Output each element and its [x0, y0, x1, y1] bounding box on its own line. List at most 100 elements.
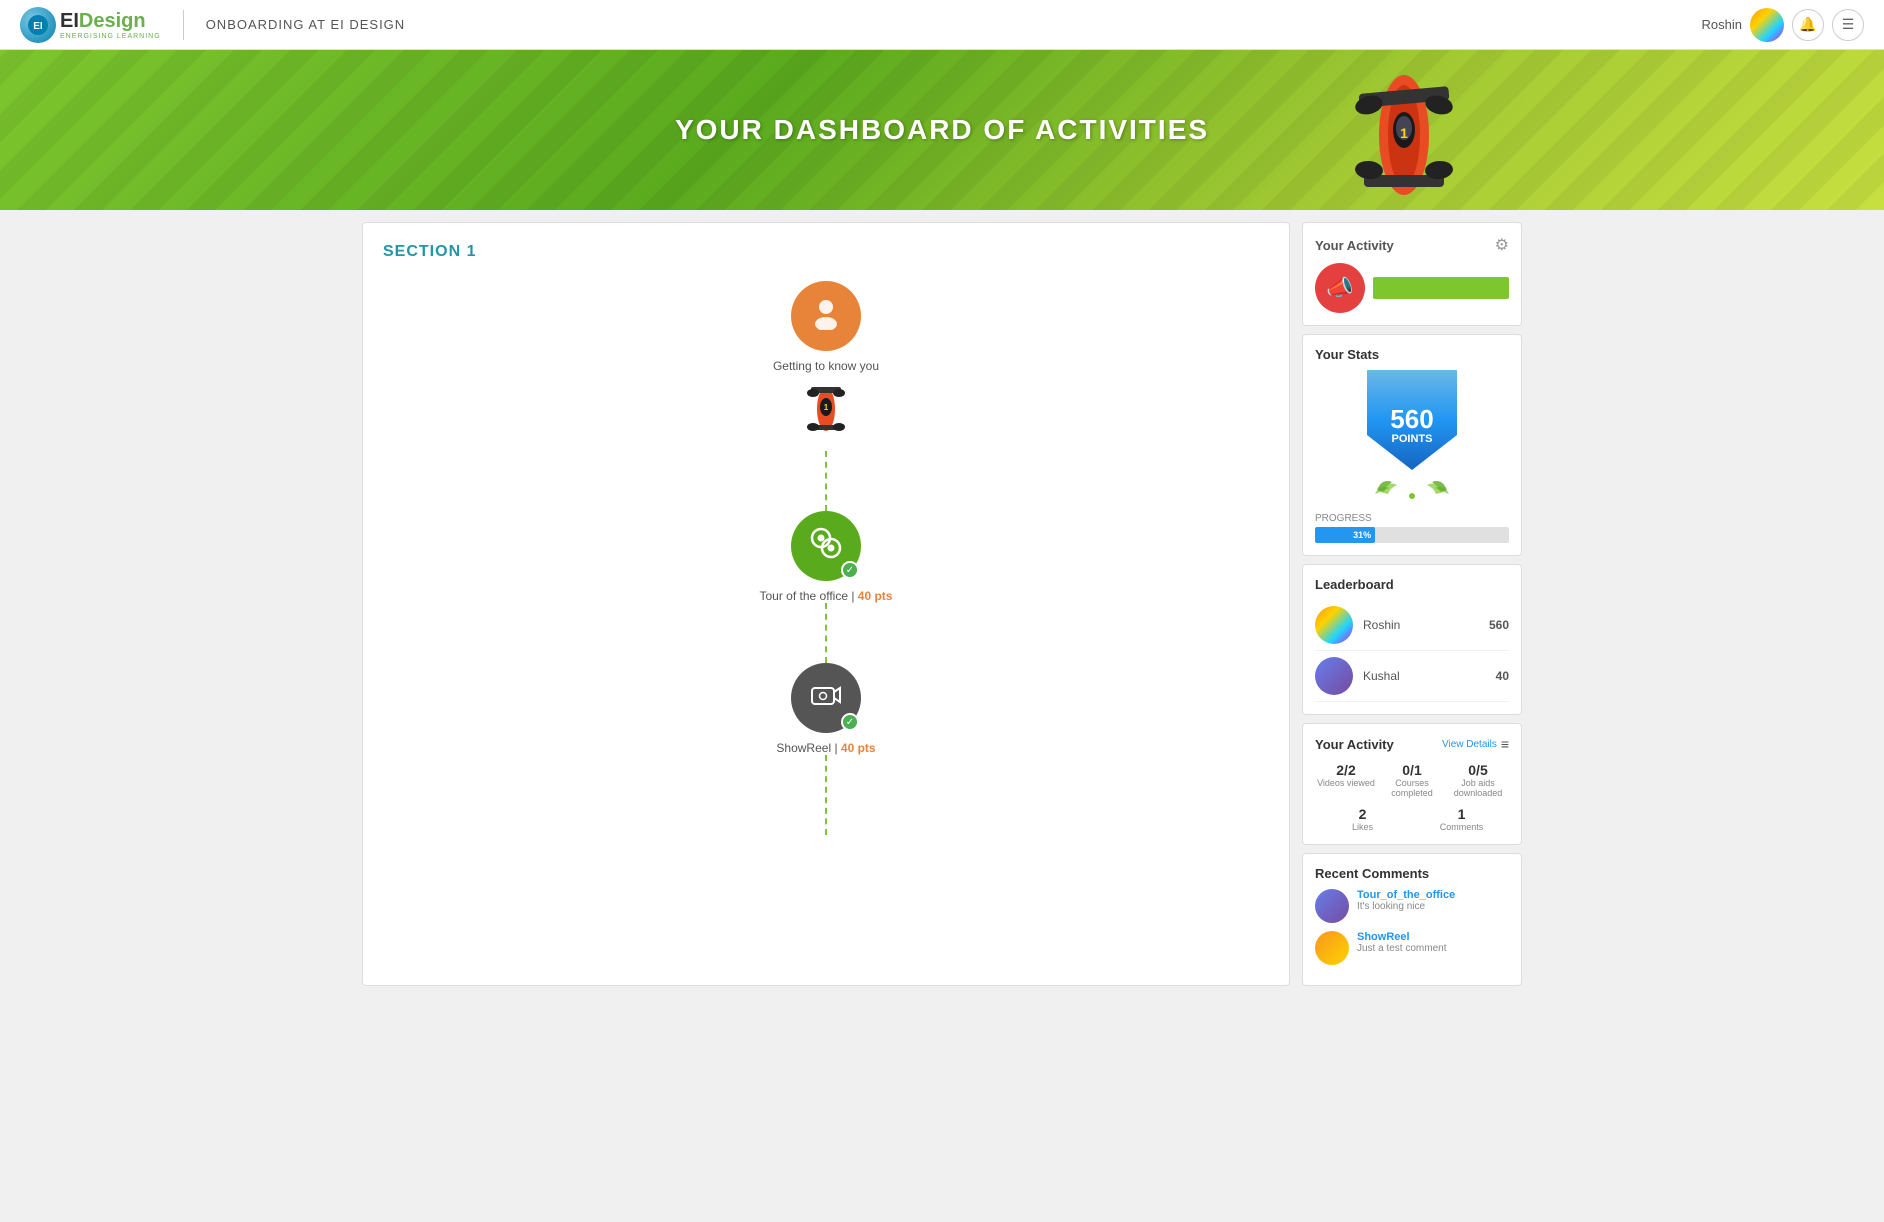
- gear-icon[interactable]: ⚙: [1495, 235, 1509, 255]
- avatar[interactable]: [1750, 8, 1784, 42]
- rc-text-1: It's looking nice: [1357, 901, 1455, 912]
- laurel-svg: [1372, 470, 1452, 500]
- shield: 560 POINTS: [1367, 370, 1457, 470]
- header-right: Roshin 🔔 ☰: [1702, 8, 1864, 42]
- hero-banner: 1 YOUR DASHBOARD OF ACTIVITIES: [0, 50, 1884, 210]
- timeline: Getting to know you 1: [383, 281, 1269, 835]
- ya-courses-num: 0/1: [1381, 762, 1443, 778]
- megaphone-circle: 📣: [1315, 263, 1365, 313]
- menu-icon: ☰: [1842, 16, 1855, 33]
- rc-text-2: Just a test comment: [1357, 943, 1446, 954]
- activity-content: 📣: [1315, 263, 1509, 313]
- check-badge-2: ✓: [841, 561, 859, 579]
- progress-bar-bg: 31%: [1315, 527, 1509, 543]
- progress-pct: 31%: [1353, 530, 1371, 540]
- ya-stat-comments: 1 Comments: [1414, 806, 1509, 832]
- stats-card: Your Stats 560 POINTS: [1302, 334, 1522, 556]
- section-title: SECTION 1: [383, 243, 1269, 261]
- timeline-connector-3: [825, 755, 827, 835]
- timeline-item-2: ✓ Tour of the office | 40 pts: [760, 511, 893, 603]
- rc-link-1[interactable]: Tour_of_the_office: [1357, 889, 1455, 901]
- activity-card-top: Your Activity ⚙ 📣: [1302, 222, 1522, 326]
- ya-header: Your Activity View Details ≡: [1315, 736, 1509, 752]
- left-panel: SECTION 1 Getting to know you: [362, 222, 1290, 986]
- activity-title: Your Activity: [1315, 238, 1394, 253]
- timeline-label-3: ShowReel | 40 pts: [776, 741, 875, 755]
- megaphone-icon: 📣: [1326, 275, 1353, 301]
- bell-icon: 🔔: [1799, 16, 1816, 33]
- lb-score-roshin: 560: [1489, 618, 1509, 632]
- leaderboard-title: Leaderboard: [1315, 577, 1509, 592]
- view-details-link[interactable]: View Details: [1442, 739, 1497, 750]
- camera-icon: [809, 678, 843, 719]
- lb-score-kushal: 40: [1496, 669, 1509, 683]
- ya-stats-grid: 2/2 Videos viewed 0/1 Courses completed …: [1315, 762, 1509, 798]
- ya-videos-label: Videos viewed: [1315, 778, 1377, 788]
- hero-title: YOUR DASHBOARD OF ACTIVITIES: [675, 114, 1209, 146]
- header-divider: [183, 10, 184, 40]
- ya-likes-num: 2: [1315, 806, 1410, 822]
- ya-comments-num: 1: [1414, 806, 1509, 822]
- svg-text:1: 1: [1400, 125, 1408, 141]
- progress-label: PROGRESS: [1315, 513, 1509, 524]
- ya-stat-videos: 2/2 Videos viewed: [1315, 762, 1377, 798]
- lb-name-kushal: Kushal: [1363, 669, 1496, 683]
- shield-wrapper: 560 POINTS: [1367, 370, 1457, 505]
- timeline-label-1: Getting to know you: [773, 359, 879, 373]
- ya-comments-label: Comments: [1414, 822, 1509, 832]
- svg-text:EI: EI: [33, 21, 43, 32]
- rc-content-2: ShowReel Just a test comment: [1357, 931, 1446, 954]
- svg-text:1: 1: [824, 403, 829, 412]
- header-username: Roshin: [1702, 17, 1742, 32]
- list-icon[interactable]: ≡: [1501, 736, 1509, 752]
- timeline-node-2[interactable]: ✓: [791, 511, 861, 581]
- logo-subtitle: ENERGISING LEARNING: [60, 33, 161, 40]
- rc-avatar-1: [1315, 889, 1349, 923]
- header-title: ONBOARDING AT EI DESIGN: [206, 17, 406, 32]
- timeline-connector-2: [825, 603, 827, 663]
- bell-button[interactable]: 🔔: [1792, 9, 1824, 41]
- progress-section: PROGRESS 31%: [1315, 513, 1509, 543]
- header-left: EI EIDesign ENERGISING LEARNING ONBOARDI…: [20, 7, 405, 43]
- stats-title: Your Stats: [1315, 347, 1509, 362]
- check-badge-3: ✓: [841, 713, 859, 731]
- activity-header: Your Activity ⚙: [1315, 235, 1509, 255]
- ya-videos-num: 2/2: [1315, 762, 1377, 778]
- shield-container: 560 POINTS: [1315, 370, 1509, 505]
- racing-car-timeline: 1: [801, 377, 851, 447]
- points-label: POINTS: [1392, 433, 1433, 445]
- rc-title: Recent Comments: [1315, 866, 1509, 881]
- lb-avatar-roshin: [1315, 606, 1353, 644]
- timeline-node-1[interactable]: [791, 281, 861, 351]
- points-number: 560: [1390, 405, 1433, 434]
- ya-stat-jobs: 0/5 Job aids downloaded: [1447, 762, 1509, 798]
- your-activity-bottom-card: Your Activity View Details ≡ 2/2 Videos …: [1302, 723, 1522, 845]
- ya-jobs-label: Job aids downloaded: [1447, 778, 1509, 798]
- rc-item-2: ShowReel Just a test comment: [1315, 931, 1509, 965]
- rc-item-1: Tour_of_the_office It's looking nice: [1315, 889, 1509, 923]
- timeline-connector-1: [825, 451, 827, 511]
- rc-link-2[interactable]: ShowReel: [1357, 931, 1446, 943]
- menu-button[interactable]: ☰: [1832, 9, 1864, 41]
- timeline-item-1: Getting to know you: [773, 281, 879, 373]
- right-panel: Your Activity ⚙ 📣 Your Stats 560 POINTS: [1302, 222, 1522, 986]
- timeline-item-3: ✓ ShowReel | 40 pts: [776, 663, 875, 755]
- progress-bar-fill: 31%: [1315, 527, 1375, 543]
- ya-stats-grid2: 2 Likes 1 Comments: [1315, 806, 1509, 832]
- logo-design: Design: [79, 10, 146, 32]
- recent-comments-card: Recent Comments Tour_of_the_office It's …: [1302, 853, 1522, 986]
- ya-stat-likes: 2 Likes: [1315, 806, 1410, 832]
- ya-jobs-num: 0/5: [1447, 762, 1509, 778]
- lb-avatar-kushal: [1315, 657, 1353, 695]
- lb-row-roshin: Roshin 560: [1315, 600, 1509, 651]
- timeline-label-2: Tour of the office | 40 pts: [760, 589, 893, 603]
- ya-title: Your Activity: [1315, 737, 1394, 752]
- header: EI EIDesign ENERGISING LEARNING ONBOARDI…: [0, 0, 1884, 50]
- timeline-node-3[interactable]: ✓: [791, 663, 861, 733]
- main-content: SECTION 1 Getting to know you: [342, 210, 1542, 998]
- logo-text: EIDesign ENERGISING LEARNING: [60, 10, 161, 40]
- leaderboard-card: Leaderboard Roshin 560 Kushal 40: [1302, 564, 1522, 715]
- lb-name-roshin: Roshin: [1363, 618, 1489, 632]
- logo-ei: EI: [60, 10, 79, 32]
- logo: EI EIDesign ENERGISING LEARNING: [20, 7, 161, 43]
